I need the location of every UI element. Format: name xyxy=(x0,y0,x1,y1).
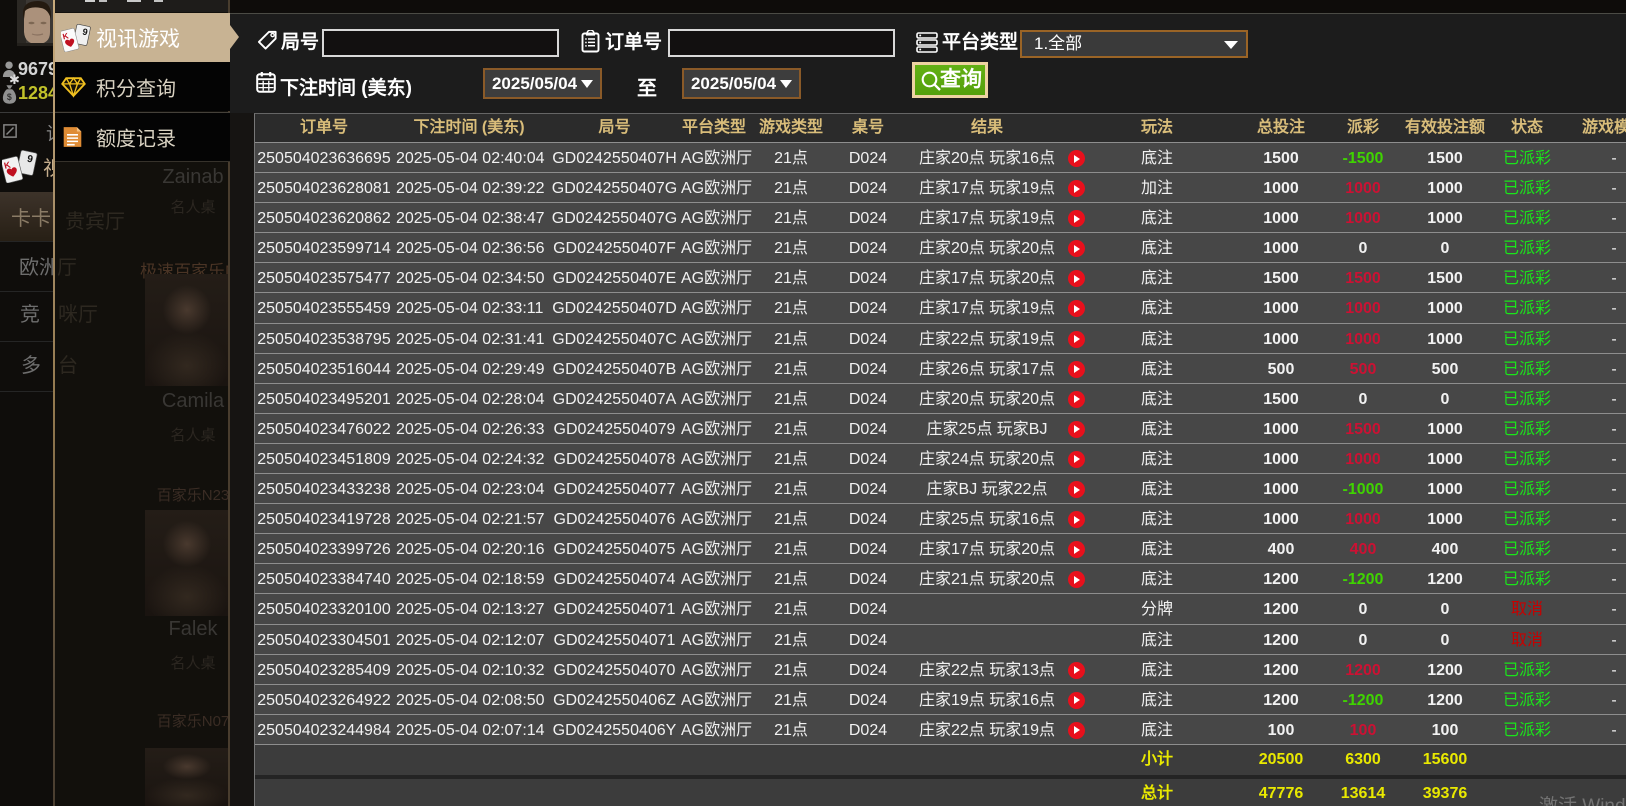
svg-text:$: $ xyxy=(7,92,12,102)
